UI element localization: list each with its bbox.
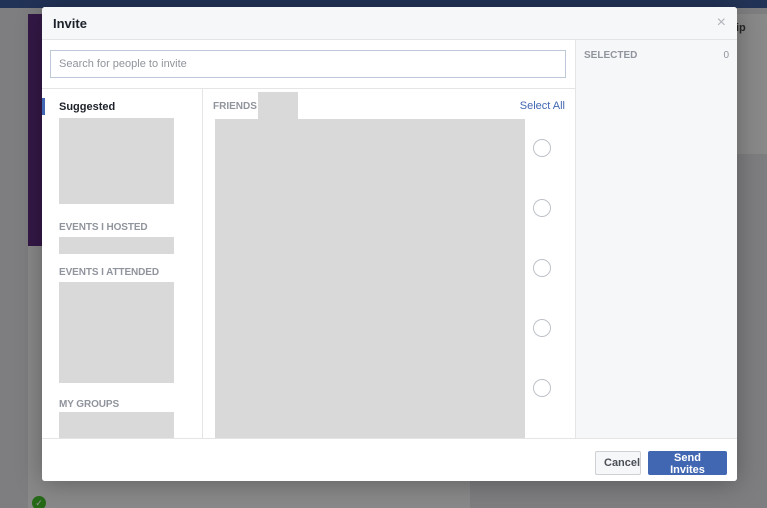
- search-box[interactable]: [50, 50, 566, 78]
- friend-select-radio[interactable]: [533, 199, 551, 217]
- close-icon[interactable]: ×: [717, 14, 726, 32]
- friend-select-radio[interactable]: [533, 139, 551, 157]
- friend-select-radio[interactable]: [533, 319, 551, 337]
- select-all-link[interactable]: Select All: [520, 100, 565, 112]
- search-input[interactable]: [51, 51, 565, 77]
- friends-count-redacted: [258, 92, 298, 119]
- sidebar-item-suggested[interactable]: Suggested: [59, 101, 115, 113]
- selected-heading: SELECTED: [584, 50, 638, 61]
- friends-heading: FRIENDS: [213, 101, 257, 112]
- friend-select-radio[interactable]: [533, 379, 551, 397]
- source-sidebar: Suggested EVENTS I HOSTED EVENTS I ATTEN…: [42, 89, 202, 452]
- events-attended-list-redacted: [59, 282, 174, 383]
- suggested-list-redacted: [59, 118, 174, 204]
- send-invites-button[interactable]: Send Invites: [648, 451, 727, 476]
- selected-panel: SELECTED 0: [575, 40, 737, 438]
- dialog-footer: Cancel Send Invites: [42, 438, 737, 481]
- sidebar-heading-events-hosted: EVENTS I HOSTED: [59, 222, 148, 233]
- active-indicator: [42, 98, 45, 115]
- selected-count: 0: [723, 50, 729, 61]
- friend-rows-redacted: [215, 119, 525, 438]
- friend-select-radio[interactable]: [533, 259, 551, 277]
- events-hosted-list-redacted: [59, 237, 174, 254]
- dialog-header: Invite ×: [42, 7, 737, 40]
- invite-picker: Suggested EVENTS I HOSTED EVENTS I ATTEN…: [42, 40, 575, 452]
- invite-dialog: Invite × Suggested EVENTS I HOSTED EVENT…: [42, 7, 737, 481]
- friends-list: FRIENDS Select All: [203, 89, 575, 438]
- sidebar-heading-my-groups: MY GROUPS: [59, 399, 120, 410]
- cancel-button[interactable]: Cancel: [595, 451, 641, 475]
- sidebar-heading-events-attended: EVENTS I ATTENDED: [59, 267, 159, 278]
- dialog-title: Invite: [53, 16, 87, 31]
